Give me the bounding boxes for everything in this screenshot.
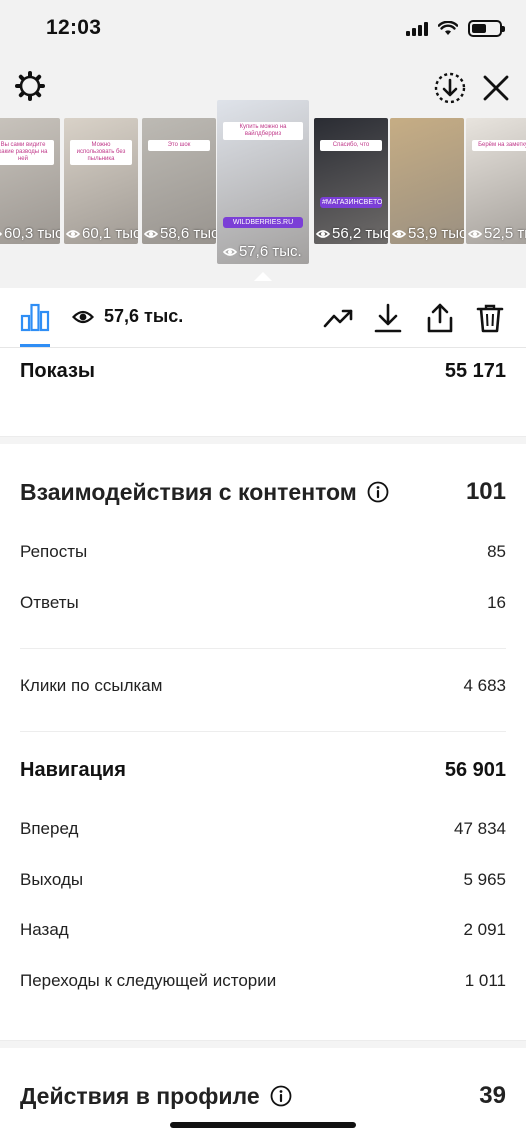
selected-story-pointer bbox=[254, 272, 272, 281]
story-views: 57,6 тыс. bbox=[239, 243, 302, 260]
interactions-value: 101 bbox=[465, 478, 506, 505]
story-views-summary: 57,6 тыс. bbox=[72, 306, 183, 327]
views-count: 57,6 тыс. bbox=[104, 306, 184, 326]
story-thumbnail[interactable]: 53,9 тыс. bbox=[390, 118, 464, 244]
story-thumbnail[interactable]: 56,2 тыс. Спасибо, что #МАГАЗИНСВЕТОФОР bbox=[314, 118, 388, 244]
story-sticker-text: Купить можно на вайлдберриз bbox=[223, 122, 303, 140]
share-icon[interactable] bbox=[424, 302, 456, 334]
next-story-row: Переходы к следующей истории 1 011 bbox=[20, 971, 506, 991]
eye-icon bbox=[144, 229, 158, 238]
home-indicator bbox=[170, 1122, 356, 1128]
profile-actions-header: Действия в профиле 39 bbox=[20, 1082, 506, 1110]
eye-icon bbox=[223, 247, 237, 256]
eye-icon bbox=[72, 310, 94, 323]
story-thumbnail[interactable]: 60,3 тыс. Вы сами видите какие разводы н… bbox=[0, 118, 60, 244]
story-views: 52,5 тыс. bbox=[484, 225, 526, 242]
story-views: 53,9 тыс. bbox=[408, 225, 464, 242]
profile-actions-value: 39 bbox=[479, 1082, 506, 1109]
story-action-bar: 57,6 тыс. bbox=[0, 288, 526, 348]
eye-icon bbox=[66, 229, 80, 238]
back-value: 2 091 bbox=[463, 920, 506, 939]
wifi-icon bbox=[438, 21, 458, 35]
story-sticker-badge: #МАГАЗИНСВЕТОФОР bbox=[320, 197, 382, 208]
settings-gear-icon[interactable] bbox=[12, 68, 48, 104]
trending-up-icon[interactable] bbox=[322, 302, 354, 334]
replies-row: Ответы 16 bbox=[20, 593, 506, 613]
story-thumbnail[interactable]: 60,1 тыс. Можно использовать без пыльник… bbox=[64, 118, 138, 244]
save-download-circle-icon[interactable] bbox=[432, 70, 468, 106]
bar-chart-icon[interactable] bbox=[20, 302, 50, 332]
story-views: 60,1 тыс. bbox=[82, 225, 138, 242]
info-icon[interactable] bbox=[367, 481, 389, 503]
eye-icon bbox=[392, 229, 406, 238]
next-story-value: 1 011 bbox=[464, 971, 506, 990]
replies-value: 16 bbox=[487, 593, 506, 612]
divider bbox=[20, 648, 506, 649]
close-icon[interactable] bbox=[478, 70, 514, 106]
story-thumbnail[interactable]: 52,5 тыс. Берём на заметку bbox=[466, 118, 526, 244]
divider bbox=[20, 731, 506, 732]
status-icons bbox=[406, 20, 505, 37]
story-sticker-text: Вы сами видите какие разводы на ней bbox=[0, 140, 54, 165]
navigation-header: Навигация 56 901 bbox=[20, 759, 506, 782]
story-sticker-text: Спасибо, что bbox=[320, 140, 382, 151]
active-tab-indicator bbox=[20, 344, 50, 347]
delete-trash-icon[interactable] bbox=[474, 302, 506, 334]
link-clicks-label: Клики по ссылкам bbox=[20, 676, 163, 695]
next-story-label: Переходы к следующей истории bbox=[20, 971, 277, 990]
replies-label: Ответы bbox=[20, 593, 79, 612]
eye-icon bbox=[0, 231, 2, 236]
impressions-label: Показы bbox=[20, 360, 95, 382]
reposts-label: Репосты bbox=[20, 542, 88, 561]
info-icon[interactable] bbox=[270, 1085, 292, 1107]
status-time: 12:03 bbox=[46, 16, 102, 39]
story-thumbnail-selected[interactable]: 57,6 тыс. Купить можно на вайлдберриз WIL… bbox=[217, 100, 309, 264]
story-sticker-text: Можно использовать без пыльника bbox=[70, 140, 132, 165]
back-row: Назад 2 091 bbox=[20, 920, 506, 940]
story-sticker-text: Берём на заметку bbox=[472, 140, 526, 151]
story-views: 60,3 тыс. bbox=[4, 225, 60, 242]
impressions-row: Показы 55 171 bbox=[20, 360, 506, 383]
section-divider bbox=[0, 436, 526, 444]
navigation-label: Навигация bbox=[20, 759, 126, 781]
forward-label: Вперед bbox=[20, 819, 79, 838]
exits-label: Выходы bbox=[20, 870, 84, 889]
status-bar: 12:03 bbox=[0, 0, 526, 58]
reposts-value: 85 bbox=[487, 542, 506, 561]
story-thumbnail[interactable]: 58,6 тыс. Это шок bbox=[142, 118, 216, 244]
navigation-value: 56 901 bbox=[444, 759, 506, 781]
story-header-area: 12:03 60,3 тыс Вы сами видите какие разв… bbox=[0, 0, 526, 288]
profile-actions-label: Действия в профиле bbox=[20, 1082, 260, 1109]
story-sticker-badge: WILDBERRIES.RU bbox=[223, 217, 303, 228]
interactions-label: Взаимодействия с контентом bbox=[20, 478, 357, 505]
battery-icon bbox=[468, 20, 505, 37]
exits-value: 5 965 bbox=[463, 870, 506, 889]
forward-value: 47 834 bbox=[454, 819, 506, 838]
story-views: 56,2 тыс. bbox=[332, 225, 388, 242]
back-label: Назад bbox=[20, 920, 69, 939]
download-icon[interactable] bbox=[372, 302, 404, 334]
story-sticker-text: Это шок bbox=[148, 140, 210, 151]
reposts-row: Репосты 85 bbox=[20, 542, 506, 562]
section-divider bbox=[0, 1040, 526, 1048]
cellular-signal-icon bbox=[406, 21, 428, 36]
impressions-value: 55 171 bbox=[444, 360, 506, 382]
interactions-header: Взаимодействия с контентом 101 bbox=[20, 478, 506, 506]
forward-row: Вперед 47 834 bbox=[20, 819, 506, 839]
eye-icon bbox=[468, 229, 482, 238]
link-clicks-value: 4 683 bbox=[463, 676, 506, 695]
exits-row: Выходы 5 965 bbox=[20, 870, 506, 890]
link-clicks-row: Клики по ссылкам 4 683 bbox=[20, 676, 506, 696]
stories-carousel[interactable]: 60,3 тыс. Вы сами видите какие разводы н… bbox=[0, 100, 526, 268]
story-views: 58,6 тыс. bbox=[160, 225, 216, 242]
eye-icon bbox=[316, 229, 330, 238]
